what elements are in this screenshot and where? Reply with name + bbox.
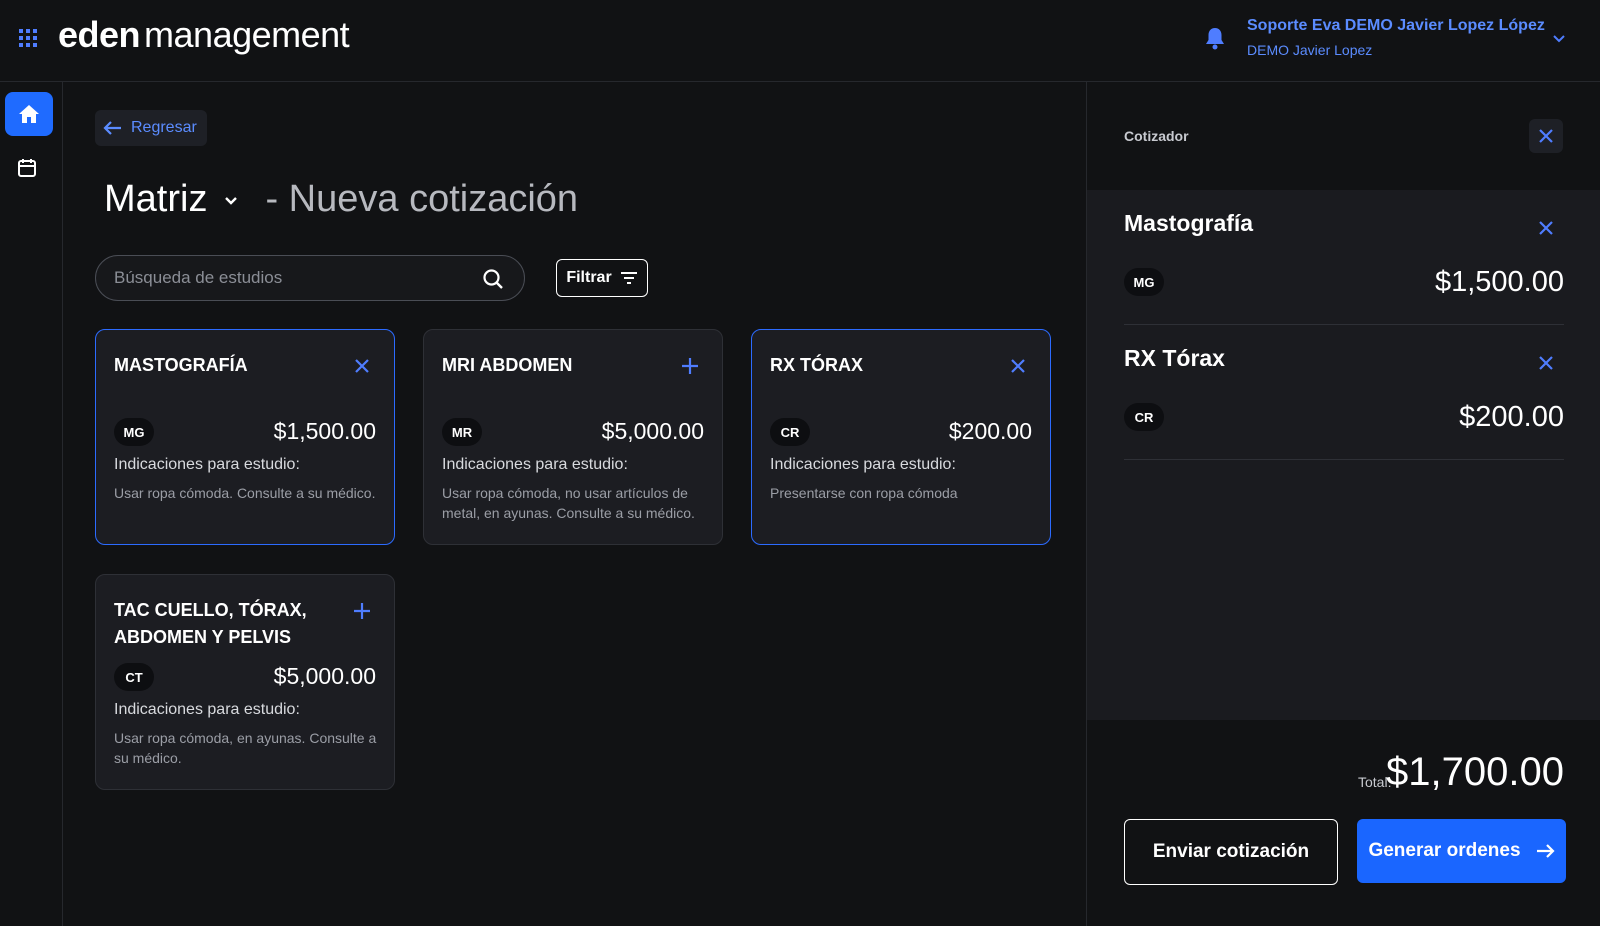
search-box — [95, 255, 525, 301]
indications-text: Usar ropa cómoda, no usar artículos de m… — [442, 485, 695, 521]
send-quote-label: Enviar cotización — [1152, 841, 1310, 862]
close-icon[interactable] — [1536, 353, 1556, 373]
modality-badge: MR — [442, 418, 482, 446]
study-price: $5,000.00 — [601, 418, 704, 444]
chevron-down-icon[interactable] — [221, 190, 241, 210]
indications-label: Indicaciones para estudio: — [770, 456, 956, 473]
user-subtitle: DEMO Javier Lopez — [1247, 42, 1373, 58]
quote-items-list: Mastografía MG $1,500.00 RX Tórax CR $20… — [1087, 190, 1600, 720]
chevron-down-icon[interactable] — [1551, 30, 1567, 46]
modality-badge: CT — [114, 663, 154, 691]
main-content: Regresar Matriz - Nueva cotización Filtr… — [63, 82, 1086, 926]
quote-panel-footer: Total: $1,700.00 Enviar cotización Gener… — [1087, 720, 1600, 926]
generate-orders-label: Generar ordenes — [1368, 840, 1521, 861]
indications-text: Usar ropa cómoda, en ayunas. Consulte a … — [114, 730, 377, 766]
quote-panel-header: Cotizador — [1087, 82, 1600, 190]
close-icon[interactable] — [352, 356, 372, 376]
study-card[interactable]: MASTOGRAFÍA MG $1,500.00 Indicaciones pa… — [95, 329, 395, 545]
plus-icon[interactable] — [352, 601, 372, 621]
search-input[interactable] — [114, 256, 474, 300]
apps-grid-icon[interactable] — [18, 28, 38, 48]
close-icon — [1539, 129, 1553, 143]
total-value: $1,700.00 — [1386, 750, 1564, 794]
study-card[interactable]: MRI ABDOMEN MR $5,000.00 Indicaciones pa… — [423, 329, 723, 545]
branch-selector[interactable]: Matriz — [104, 178, 207, 221]
close-icon[interactable] — [1536, 218, 1556, 238]
filter-label: Filtrar — [566, 269, 612, 286]
study-price: $5,000.00 — [273, 663, 376, 689]
brand-logo[interactable]: eden management — [58, 14, 350, 56]
send-quote-button[interactable]: Enviar cotización — [1124, 819, 1338, 885]
bell-icon[interactable] — [1204, 26, 1226, 50]
study-title: TAC CUELLO, TÓRAX, ABDOMEN Y PELVIS — [114, 600, 307, 647]
study-title: MRI ABDOMEN — [442, 355, 573, 375]
study-price: $1,500.00 — [273, 418, 376, 444]
page-title: Matriz - Nueva cotización — [104, 178, 578, 221]
close-icon[interactable] — [1008, 356, 1028, 376]
quote-panel: Cotizador Mastografía MG $1,500.00 RX Tó… — [1086, 82, 1600, 926]
home-icon — [19, 105, 39, 123]
filter-icon — [620, 272, 637, 284]
brand-light: management — [144, 14, 350, 55]
modality-badge: MG — [114, 418, 154, 446]
search-icon[interactable] — [482, 268, 504, 290]
filter-button[interactable]: Filtrar — [556, 259, 648, 297]
study-card[interactable]: RX TÓRAX CR $200.00 Indicaciones para es… — [751, 329, 1051, 545]
back-button[interactable]: Regresar — [95, 110, 207, 146]
indications-text: Presentarse con ropa cómoda — [770, 485, 958, 501]
calendar-icon[interactable] — [15, 156, 39, 180]
close-panel-button[interactable] — [1529, 119, 1563, 153]
top-bar: eden management Soporte Eva DEMO Javier L… — [0, 0, 1600, 82]
indications-label: Indicaciones para estudio: — [114, 456, 300, 473]
indications-label: Indicaciones para estudio: — [442, 456, 628, 473]
quote-item-price: $200.00 — [1459, 401, 1564, 433]
study-card[interactable]: TAC CUELLO, TÓRAX, ABDOMEN Y PELVIS CT $… — [95, 574, 395, 790]
modality-badge: MG — [1124, 268, 1164, 296]
user-name[interactable]: Soporte Eva DEMO Javier Lopez López — [1247, 17, 1545, 35]
brand-bold: eden — [58, 14, 141, 55]
arrow-left-icon — [103, 121, 121, 135]
quote-item: Mastografía MG $1,500.00 — [1124, 190, 1564, 325]
modality-badge: CR — [770, 418, 810, 446]
quote-item: RX Tórax CR $200.00 — [1124, 325, 1564, 460]
arrow-right-icon — [1536, 844, 1555, 858]
sidebar — [0, 82, 63, 926]
quote-panel-title: Cotizador — [1124, 128, 1189, 144]
plus-icon[interactable] — [680, 356, 700, 376]
page-subtitle: - Nueva cotización — [265, 178, 579, 220]
study-price: $200.00 — [948, 418, 1032, 444]
indications-label: Indicaciones para estudio: — [114, 701, 300, 718]
quote-item-name: RX Tórax — [1124, 345, 1225, 371]
study-title: RX TÓRAX — [770, 355, 864, 375]
quote-item-price: $1,500.00 — [1434, 266, 1564, 298]
back-label: Regresar — [131, 119, 197, 136]
generate-orders-button[interactable]: Generar ordenes — [1357, 819, 1566, 883]
modality-badge: CR — [1124, 403, 1164, 431]
study-title: MASTOGRAFÍA — [114, 355, 248, 375]
sidebar-item-home[interactable] — [5, 92, 53, 136]
indications-text: Usar ropa cómoda. Consulte a su médico. — [114, 485, 376, 501]
quote-item-name: Mastografía — [1124, 210, 1254, 236]
